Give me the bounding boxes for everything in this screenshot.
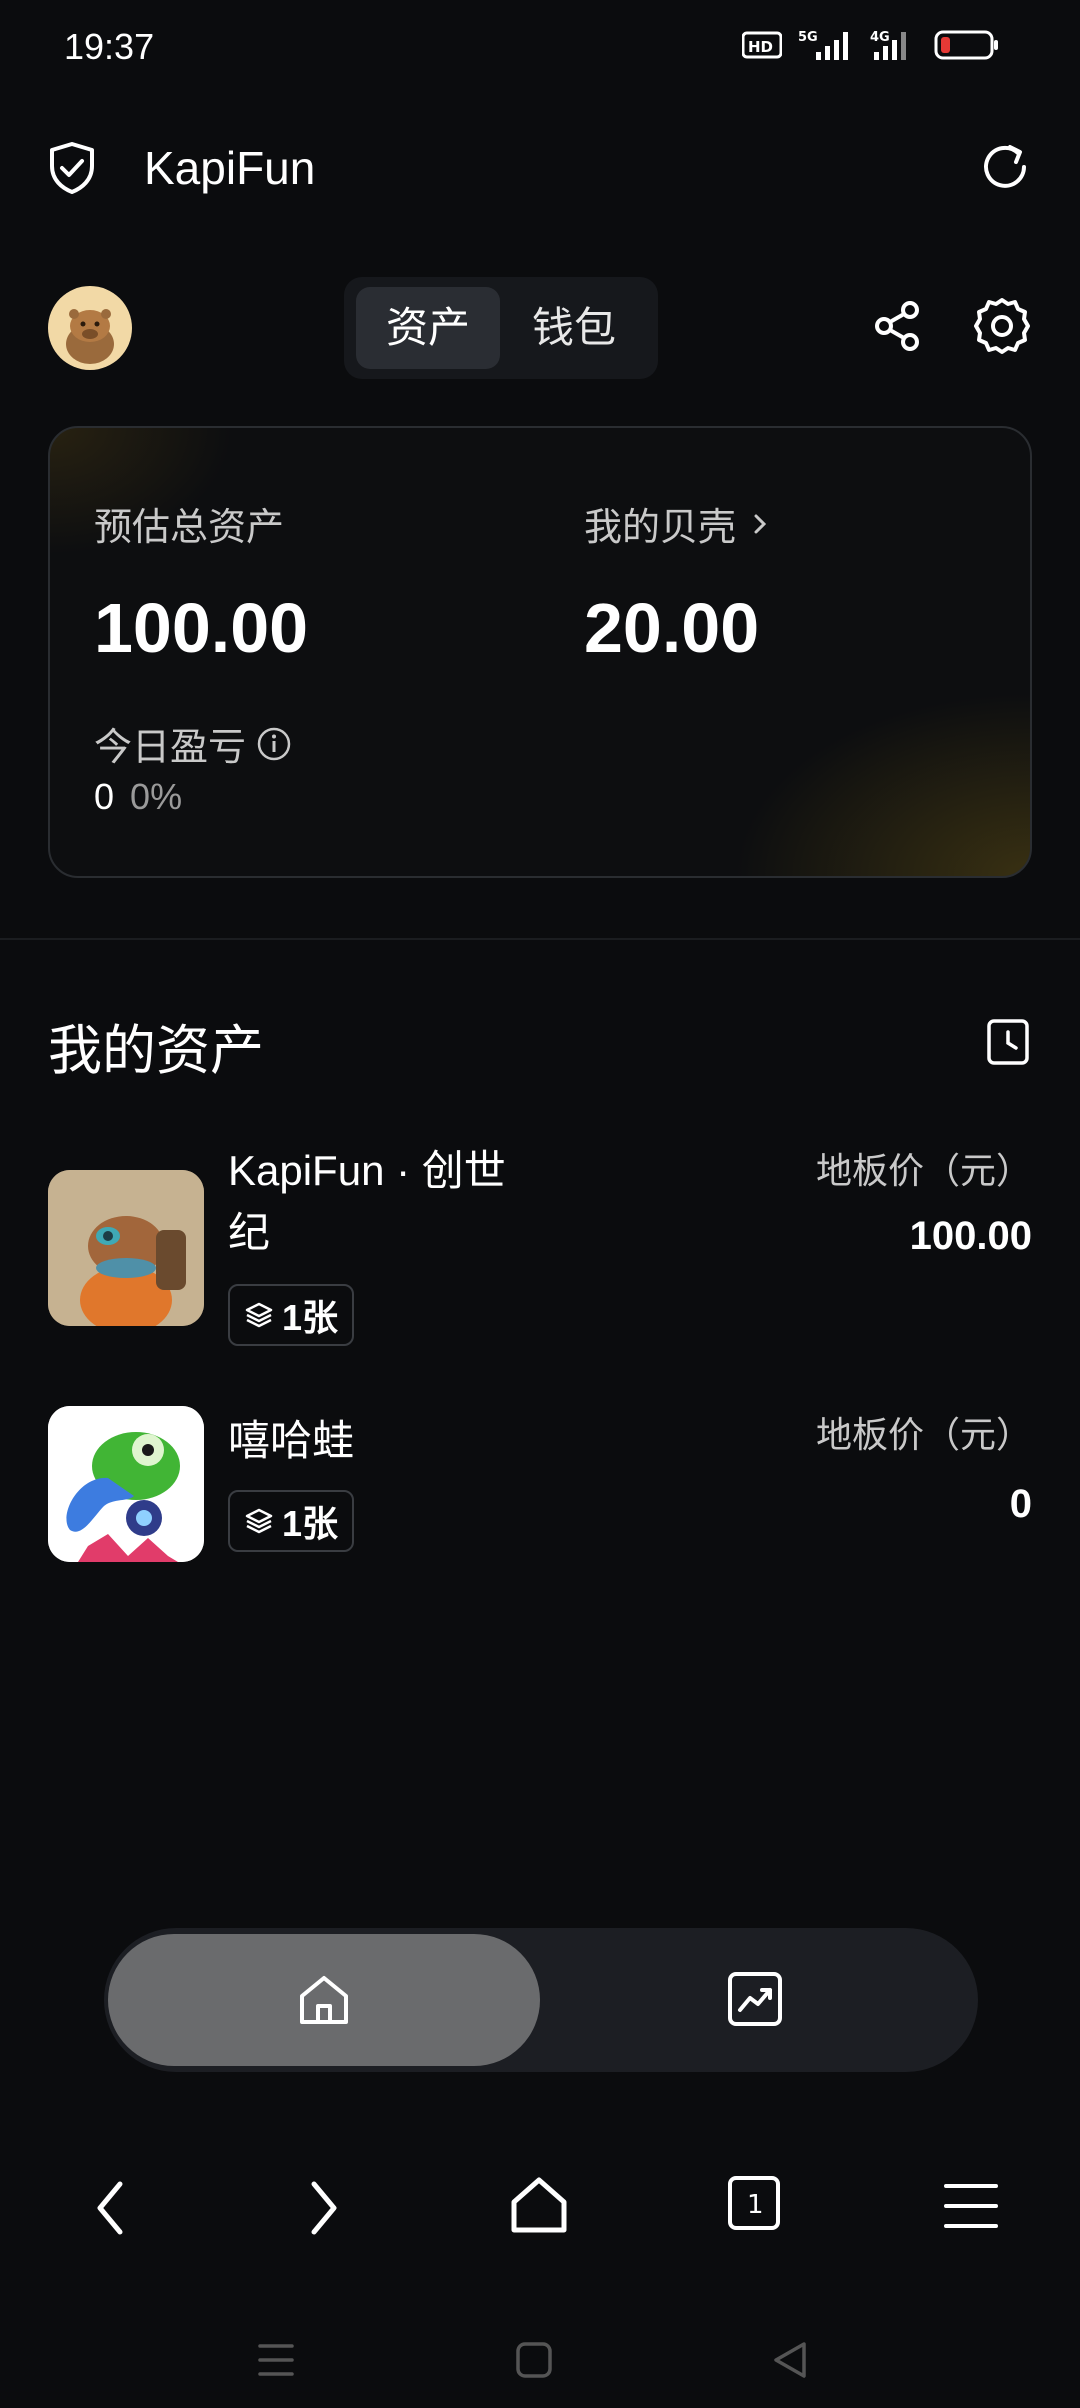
chevron-right-icon <box>754 514 767 533</box>
today-pnl-value: 0 <box>94 776 115 817</box>
floor-price-label: 地板价（元） <box>815 1150 1032 1191</box>
estimated-total-value: 100.00 <box>94 589 309 667</box>
hd-voice-icon: HD <box>742 31 782 59</box>
gear-icon[interactable] <box>972 296 1032 356</box>
item-count-badge: 1张 <box>228 1490 355 1552</box>
my-shells-link[interactable]: 我的贝壳 <box>584 496 770 551</box>
floor-price-value: 100.00 <box>909 1214 1032 1258</box>
my-shells-value: 20.00 <box>584 589 760 667</box>
trend-chart-icon <box>728 1972 782 2026</box>
svg-text:4G: 4G <box>870 30 890 45</box>
today-pnl-label: 今日盈亏 <box>94 727 247 769</box>
item-name: 嘻哈蛙 <box>228 1417 355 1464</box>
my-assets-title: 我的资产 <box>48 1021 264 1081</box>
today-pnl-row: 今日盈亏 <box>94 716 292 771</box>
svg-text:5G: 5G <box>798 30 818 45</box>
avatar[interactable] <box>48 286 132 370</box>
history-icon[interactable] <box>986 1018 1030 1066</box>
asset-summary-card: 预估总资产 100.00 我的贝壳 20.00 今日盈亏 0 0% <box>48 426 1032 878</box>
kapifun-genesis-thumbnail <box>48 1170 204 1326</box>
home-icon <box>300 1976 348 2024</box>
estimated-total-label: 预估总资产 <box>94 507 285 549</box>
tab-wallet[interactable]: 钱包 <box>502 287 646 369</box>
status-icons: HD 5G 4G <box>742 28 1000 62</box>
menu-icon[interactable] <box>942 2180 1000 2232</box>
floor-price-value: 0 <box>1009 1482 1032 1526</box>
info-icon[interactable] <box>256 726 292 762</box>
today-pnl-values: 0 0% <box>94 776 182 818</box>
system-navigation-bar <box>0 2300 1080 2408</box>
tab-count-icon[interactable]: 1 <box>726 2174 782 2232</box>
list-item[interactable]: KapiFun · 创世纪 1张 地板价（元） 100.00 <box>0 1140 1080 1360</box>
bottom-tab-bar <box>104 1928 978 2072</box>
system-back-icon[interactable] <box>770 2338 810 2382</box>
today-pnl-percent: 0% <box>130 776 183 817</box>
shield-check-icon[interactable] <box>44 140 100 196</box>
back-icon[interactable] <box>88 2176 132 2240</box>
status-time: 19:37 <box>64 26 155 67</box>
tab-home[interactable] <box>108 1934 540 2066</box>
floor-price-label: 地板价（元） <box>815 1414 1032 1455</box>
svg-text:HD: HD <box>748 38 773 56</box>
my-shells-label: 我的贝壳 <box>584 507 737 549</box>
item-count: 1张 <box>282 1503 339 1544</box>
4g-signal-icon: 4G <box>870 30 906 60</box>
asset-wallet-tabs: 资产 钱包 <box>344 277 658 379</box>
section-divider <box>0 938 1080 940</box>
battery-low-icon <box>934 30 998 60</box>
layers-icon <box>245 1508 273 1534</box>
system-home-icon[interactable] <box>514 2340 554 2380</box>
refresh-icon[interactable] <box>976 138 1034 196</box>
item-count: 1张 <box>282 1297 339 1338</box>
share-icon[interactable] <box>870 298 926 354</box>
browser-home-icon[interactable] <box>508 2174 570 2236</box>
forward-icon[interactable] <box>302 2176 346 2240</box>
5g-signal-icon: 5G <box>798 30 848 60</box>
browser-toolbar: 1 <box>0 2140 1080 2280</box>
item-count-badge: 1张 <box>228 1284 355 1346</box>
tab-market[interactable] <box>540 1934 972 2066</box>
svg-text:1: 1 <box>747 2190 764 2220</box>
tab-assets[interactable]: 资产 <box>356 287 500 369</box>
list-item[interactable]: 嘻哈蛙 1张 地板价（元） 0 <box>0 1406 1080 1576</box>
app-title: KapiFun <box>144 142 316 194</box>
xihawa-thumbnail <box>48 1406 204 1562</box>
layers-icon <box>245 1302 273 1328</box>
recent-apps-icon[interactable] <box>256 2340 296 2380</box>
item-name: KapiFun · 创世纪 <box>228 1147 506 1256</box>
